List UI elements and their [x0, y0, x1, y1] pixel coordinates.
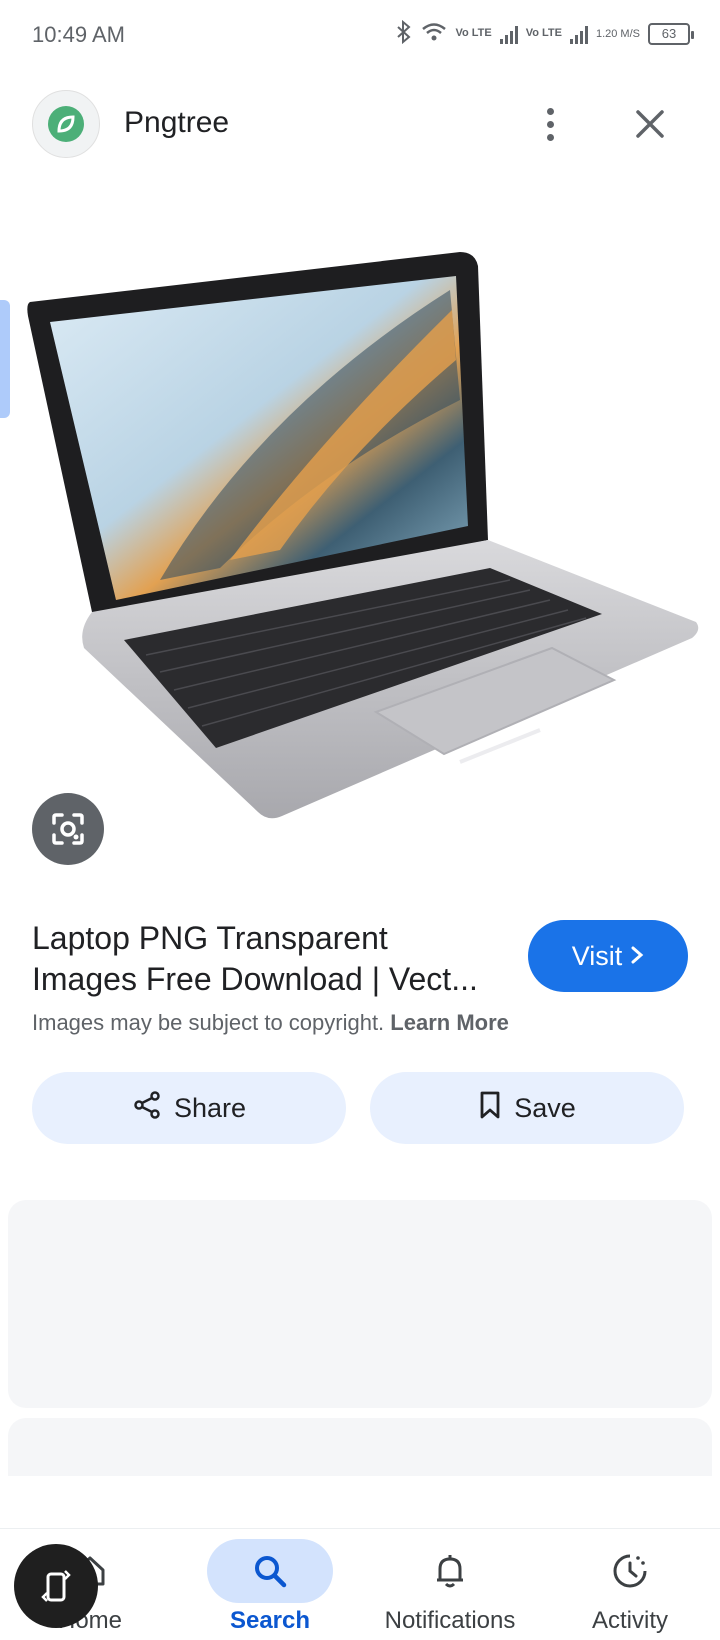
activity-icon — [567, 1539, 693, 1603]
volte-indicator-2: Vo LTE — [525, 27, 562, 39]
signal-icon-1 — [499, 24, 518, 44]
signal-icon-2 — [569, 24, 588, 44]
floating-rotate-button[interactable] — [14, 1544, 98, 1628]
bottom-navigation: Home Search Notifications Activity — [0, 1528, 720, 1640]
nav-label-search: Search — [229, 1607, 311, 1634]
bell-icon — [387, 1539, 513, 1603]
volte-indicator-1: Vo LTE — [455, 27, 492, 39]
pngtree-logo-icon — [48, 106, 84, 142]
nav-item-notifications[interactable]: Notifications — [360, 1529, 540, 1640]
nav-label-activity: Activity — [591, 1607, 668, 1634]
nav-label-notifications: Notifications — [384, 1607, 516, 1634]
network-speed: 1.20 M/S — [595, 27, 640, 40]
status-bar: 10:49 AM Vo LTE Vo LTE 1.20 M/S 63 — [0, 0, 720, 72]
bookmark-icon — [478, 1090, 502, 1127]
status-icons: Vo LTE Vo LTE 1.20 M/S 63 — [395, 19, 694, 47]
visit-button[interactable]: Visit — [528, 920, 688, 992]
save-label: Save — [514, 1092, 576, 1123]
share-icon — [132, 1090, 162, 1127]
nav-item-search[interactable]: Search — [180, 1529, 360, 1640]
chevron-right-icon — [630, 941, 644, 972]
image-viewer-header: Pngtree — [0, 88, 720, 158]
search-icon — [207, 1539, 333, 1603]
laptop-image[interactable] — [20, 250, 720, 870]
side-panel-handle[interactable] — [0, 300, 10, 418]
nav-item-activity[interactable]: Activity — [540, 1529, 720, 1640]
wifi-icon — [421, 21, 447, 46]
close-icon[interactable] — [628, 102, 672, 146]
share-button[interactable]: Share — [32, 1072, 346, 1144]
site-name[interactable]: Pngtree — [124, 106, 229, 140]
visit-label: Visit — [571, 940, 623, 971]
bluetooth-icon — [395, 19, 413, 47]
battery-level: 63 — [661, 26, 677, 41]
copyright-notice: Images may be subject to copyright. Lear… — [32, 1010, 509, 1036]
google-lens-button[interactable] — [32, 793, 104, 865]
site-favicon[interactable] — [32, 90, 100, 158]
learn-more-link[interactable]: Learn More — [390, 1010, 509, 1035]
battery-icon: 63 — [648, 22, 694, 45]
rotate-screen-icon — [41, 1570, 71, 1602]
copyright-text: Images may be subject to copyright. — [32, 1010, 385, 1035]
save-button[interactable]: Save — [370, 1072, 684, 1144]
more-options-icon[interactable] — [530, 102, 570, 146]
share-label: Share — [173, 1092, 247, 1123]
related-card-placeholder — [8, 1200, 712, 1408]
related-card-placeholder — [8, 1418, 712, 1476]
lens-icon — [52, 813, 84, 845]
result-title[interactable]: Laptop PNG Transparent Images Free Downl… — [32, 918, 492, 1000]
status-time: 10:49 AM — [32, 22, 125, 47]
